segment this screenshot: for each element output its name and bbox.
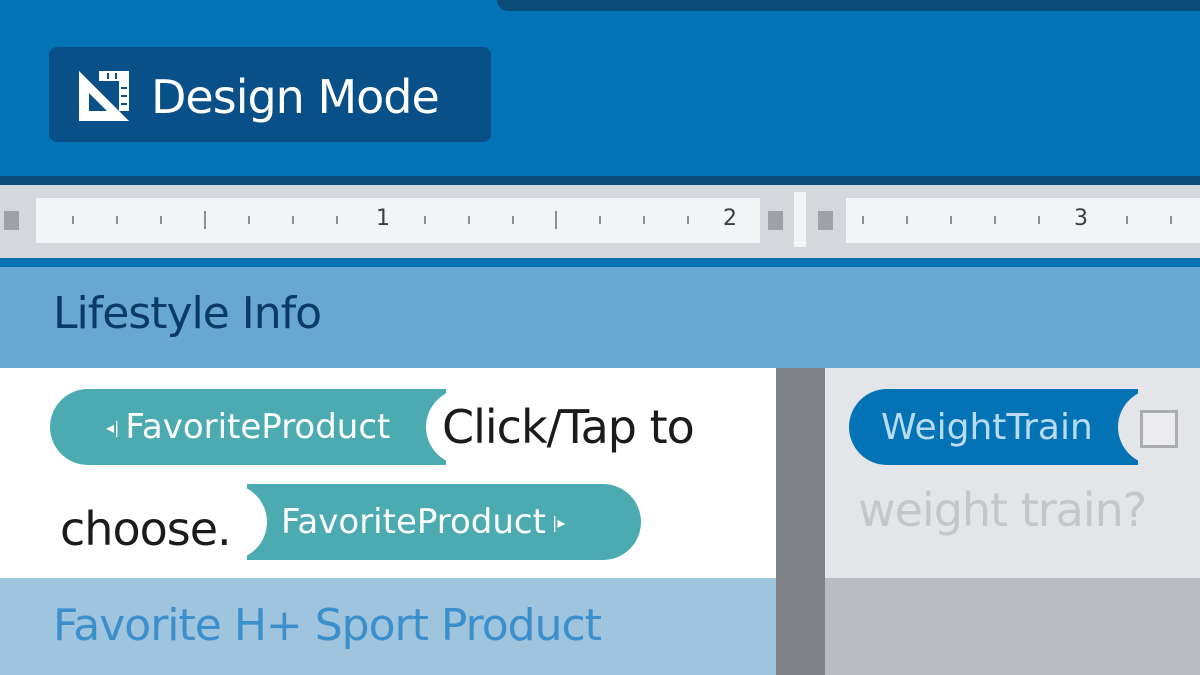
design-mode-label: Design Mode — [151, 70, 440, 124]
ruler-tick — [72, 216, 74, 224]
ribbon-tab-strip — [497, 0, 1200, 11]
ruler-tick — [160, 216, 162, 224]
tag-end-icon: |▸ — [551, 512, 566, 532]
ruler-tick — [687, 216, 689, 224]
weight-train-content-control[interactable]: WeightTrain — [849, 389, 1158, 465]
ruler-number: 2 — [723, 206, 737, 231]
content-control-start-label: FavoriteProduct — [125, 407, 391, 447]
ruler-tick — [994, 216, 996, 224]
set-square-ruler-icon — [77, 69, 131, 127]
ruler-tick — [204, 211, 206, 229]
ruler-tick — [512, 216, 514, 224]
content-control-start-tag[interactable]: ◂| FavoriteProduct — [50, 389, 466, 465]
side-cell-footer — [825, 578, 1200, 675]
ruler-tick — [906, 216, 908, 224]
ruler-tick — [1038, 216, 1040, 224]
ruler-number: 1 — [376, 206, 390, 231]
ruler-segment-main — [36, 198, 760, 243]
weight-train-checkbox[interactable] — [1140, 410, 1178, 448]
tag-start-icon: ◂| — [106, 417, 120, 437]
ruler-segment-column — [846, 198, 1200, 243]
ruler-tick — [116, 216, 118, 224]
ruler-tick — [468, 216, 470, 224]
ruler-tick — [599, 216, 601, 224]
next-heading: Favorite H+ Sport Product — [53, 600, 602, 651]
weight-train-question: weight train? — [858, 483, 1147, 537]
content-control-end-label: FavoriteProduct — [281, 502, 546, 542]
section-title: Lifestyle Info — [53, 288, 322, 339]
ruler-tick — [248, 216, 250, 224]
placeholder-text[interactable]: Click/Tap to — [442, 400, 695, 454]
table-divider — [776, 368, 825, 675]
ruler-tick — [950, 216, 952, 224]
ruler-tick — [1126, 216, 1128, 224]
weight-train-label: WeightTrain — [881, 406, 1093, 448]
ruler-number: 3 — [1074, 206, 1088, 231]
ruler-column-marker[interactable] — [818, 211, 833, 230]
ruler-tick — [555, 211, 557, 229]
ruler-left-indent-marker[interactable] — [4, 211, 19, 230]
content-control-end-tag[interactable]: FavoriteProduct |▸ — [227, 484, 641, 560]
ruler-tick — [643, 216, 645, 224]
ruler-column-gap — [794, 192, 806, 247]
ruler-tick — [862, 216, 864, 224]
ruler-tick — [424, 216, 426, 224]
ruler-tick — [336, 216, 338, 224]
ruler-tick — [292, 216, 294, 224]
placeholder-text-continued[interactable]: choose. — [60, 502, 232, 556]
ruler-right-indent-marker[interactable] — [768, 211, 783, 230]
ruler-tick — [1170, 216, 1172, 224]
